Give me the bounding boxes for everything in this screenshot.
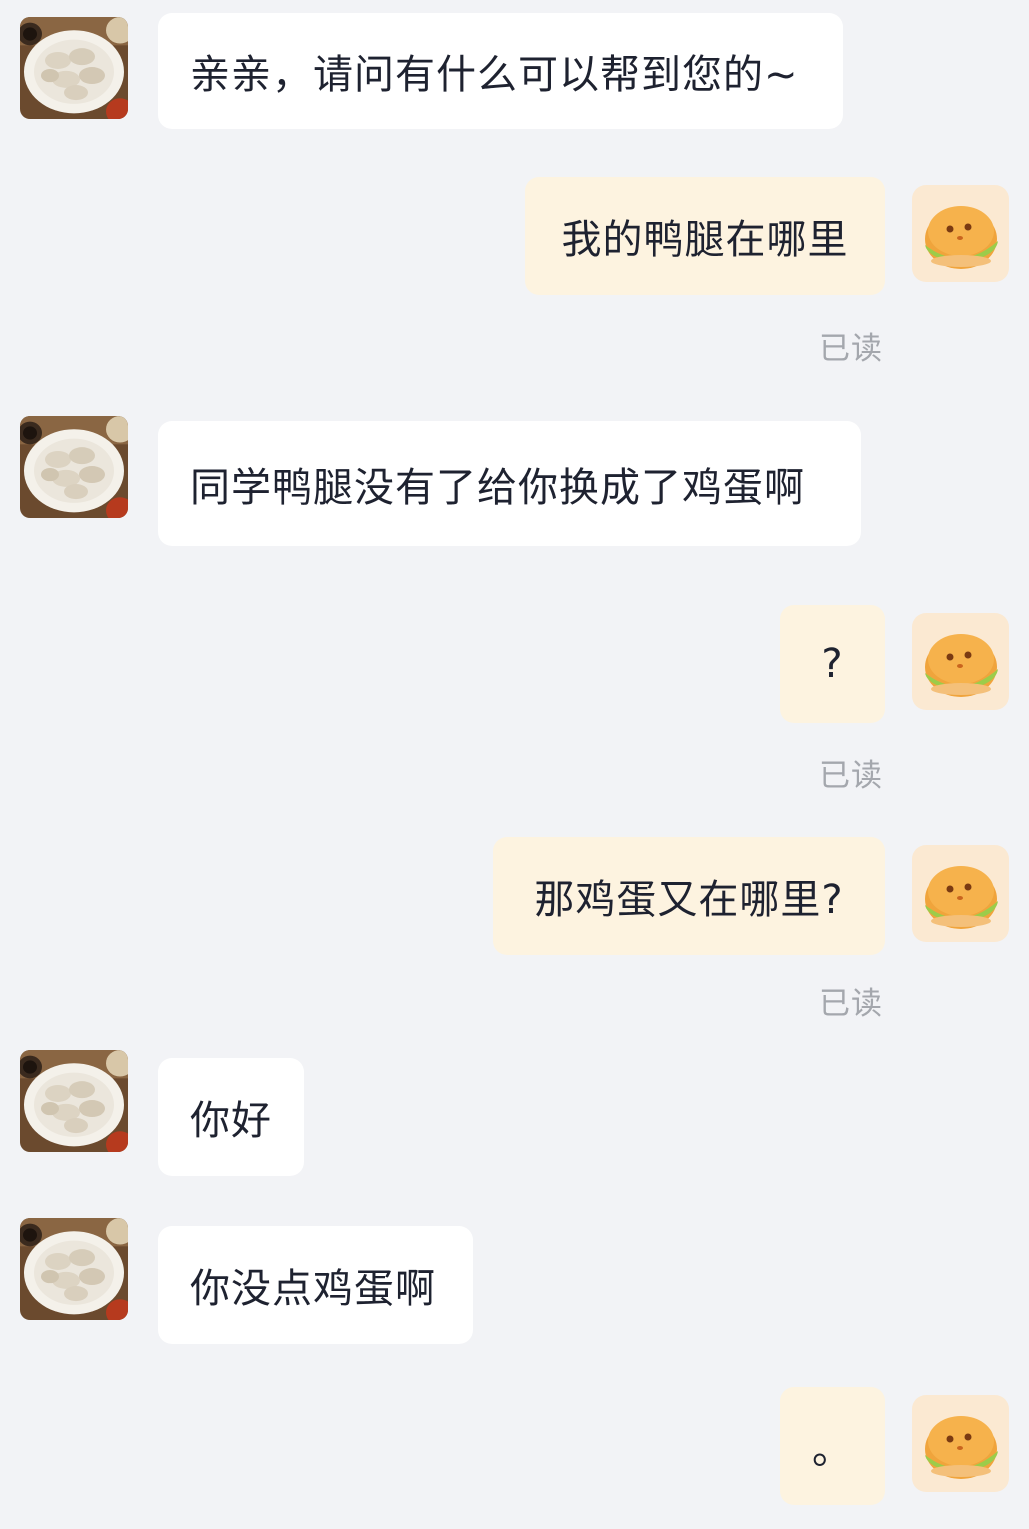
read-receipt: 已读 [819, 758, 883, 794]
user-avatar[interactable] [912, 1395, 1009, 1492]
bun-avatar-image [912, 185, 1009, 282]
contact-avatar[interactable] [20, 1218, 128, 1320]
message-text: 亲亲，请问有什么可以帮到您的~ [190, 52, 799, 98]
message-text: 那鸡蛋又在哪里? [534, 877, 844, 923]
bun-avatar-image [912, 845, 1009, 942]
read-receipt: 已读 [819, 331, 883, 367]
incoming-message-bubble[interactable]: 你好 [158, 1058, 304, 1176]
message-text: 你好 [190, 1098, 272, 1144]
incoming-message-bubble[interactable]: 亲亲，请问有什么可以帮到您的~ [158, 13, 843, 129]
bun-avatar-image [912, 613, 1009, 710]
message-text: 你没点鸡蛋啊 [190, 1266, 436, 1312]
read-receipt: 已读 [819, 986, 883, 1022]
dumplings-avatar-image [20, 17, 128, 119]
contact-avatar[interactable] [20, 416, 128, 518]
message-text: 。 [812, 1427, 853, 1473]
bun-avatar-image [912, 1395, 1009, 1492]
outgoing-message-bubble[interactable]: ? [780, 605, 885, 723]
outgoing-message-bubble[interactable]: 我的鸭腿在哪里 [525, 177, 885, 295]
outgoing-message-bubble[interactable]: 。 [780, 1387, 885, 1505]
dumplings-avatar-image [20, 1218, 128, 1320]
contact-avatar[interactable] [20, 1050, 128, 1152]
outgoing-message-bubble[interactable]: 那鸡蛋又在哪里? [493, 837, 885, 955]
message-text: ? [821, 641, 844, 687]
dumplings-avatar-image [20, 416, 128, 518]
dumplings-avatar-image [20, 1050, 128, 1152]
user-avatar[interactable] [912, 185, 1009, 282]
user-avatar[interactable] [912, 613, 1009, 710]
incoming-message-bubble[interactable]: 同学鸭腿没有了给你换成了鸡蛋啊 [158, 421, 861, 546]
message-text: 我的鸭腿在哪里 [561, 217, 849, 263]
incoming-message-bubble[interactable]: 你没点鸡蛋啊 [158, 1226, 473, 1344]
contact-avatar[interactable] [20, 17, 128, 119]
message-text: 同学鸭腿没有了给你换成了鸡蛋啊 [190, 464, 805, 511]
user-avatar[interactable] [912, 845, 1009, 942]
